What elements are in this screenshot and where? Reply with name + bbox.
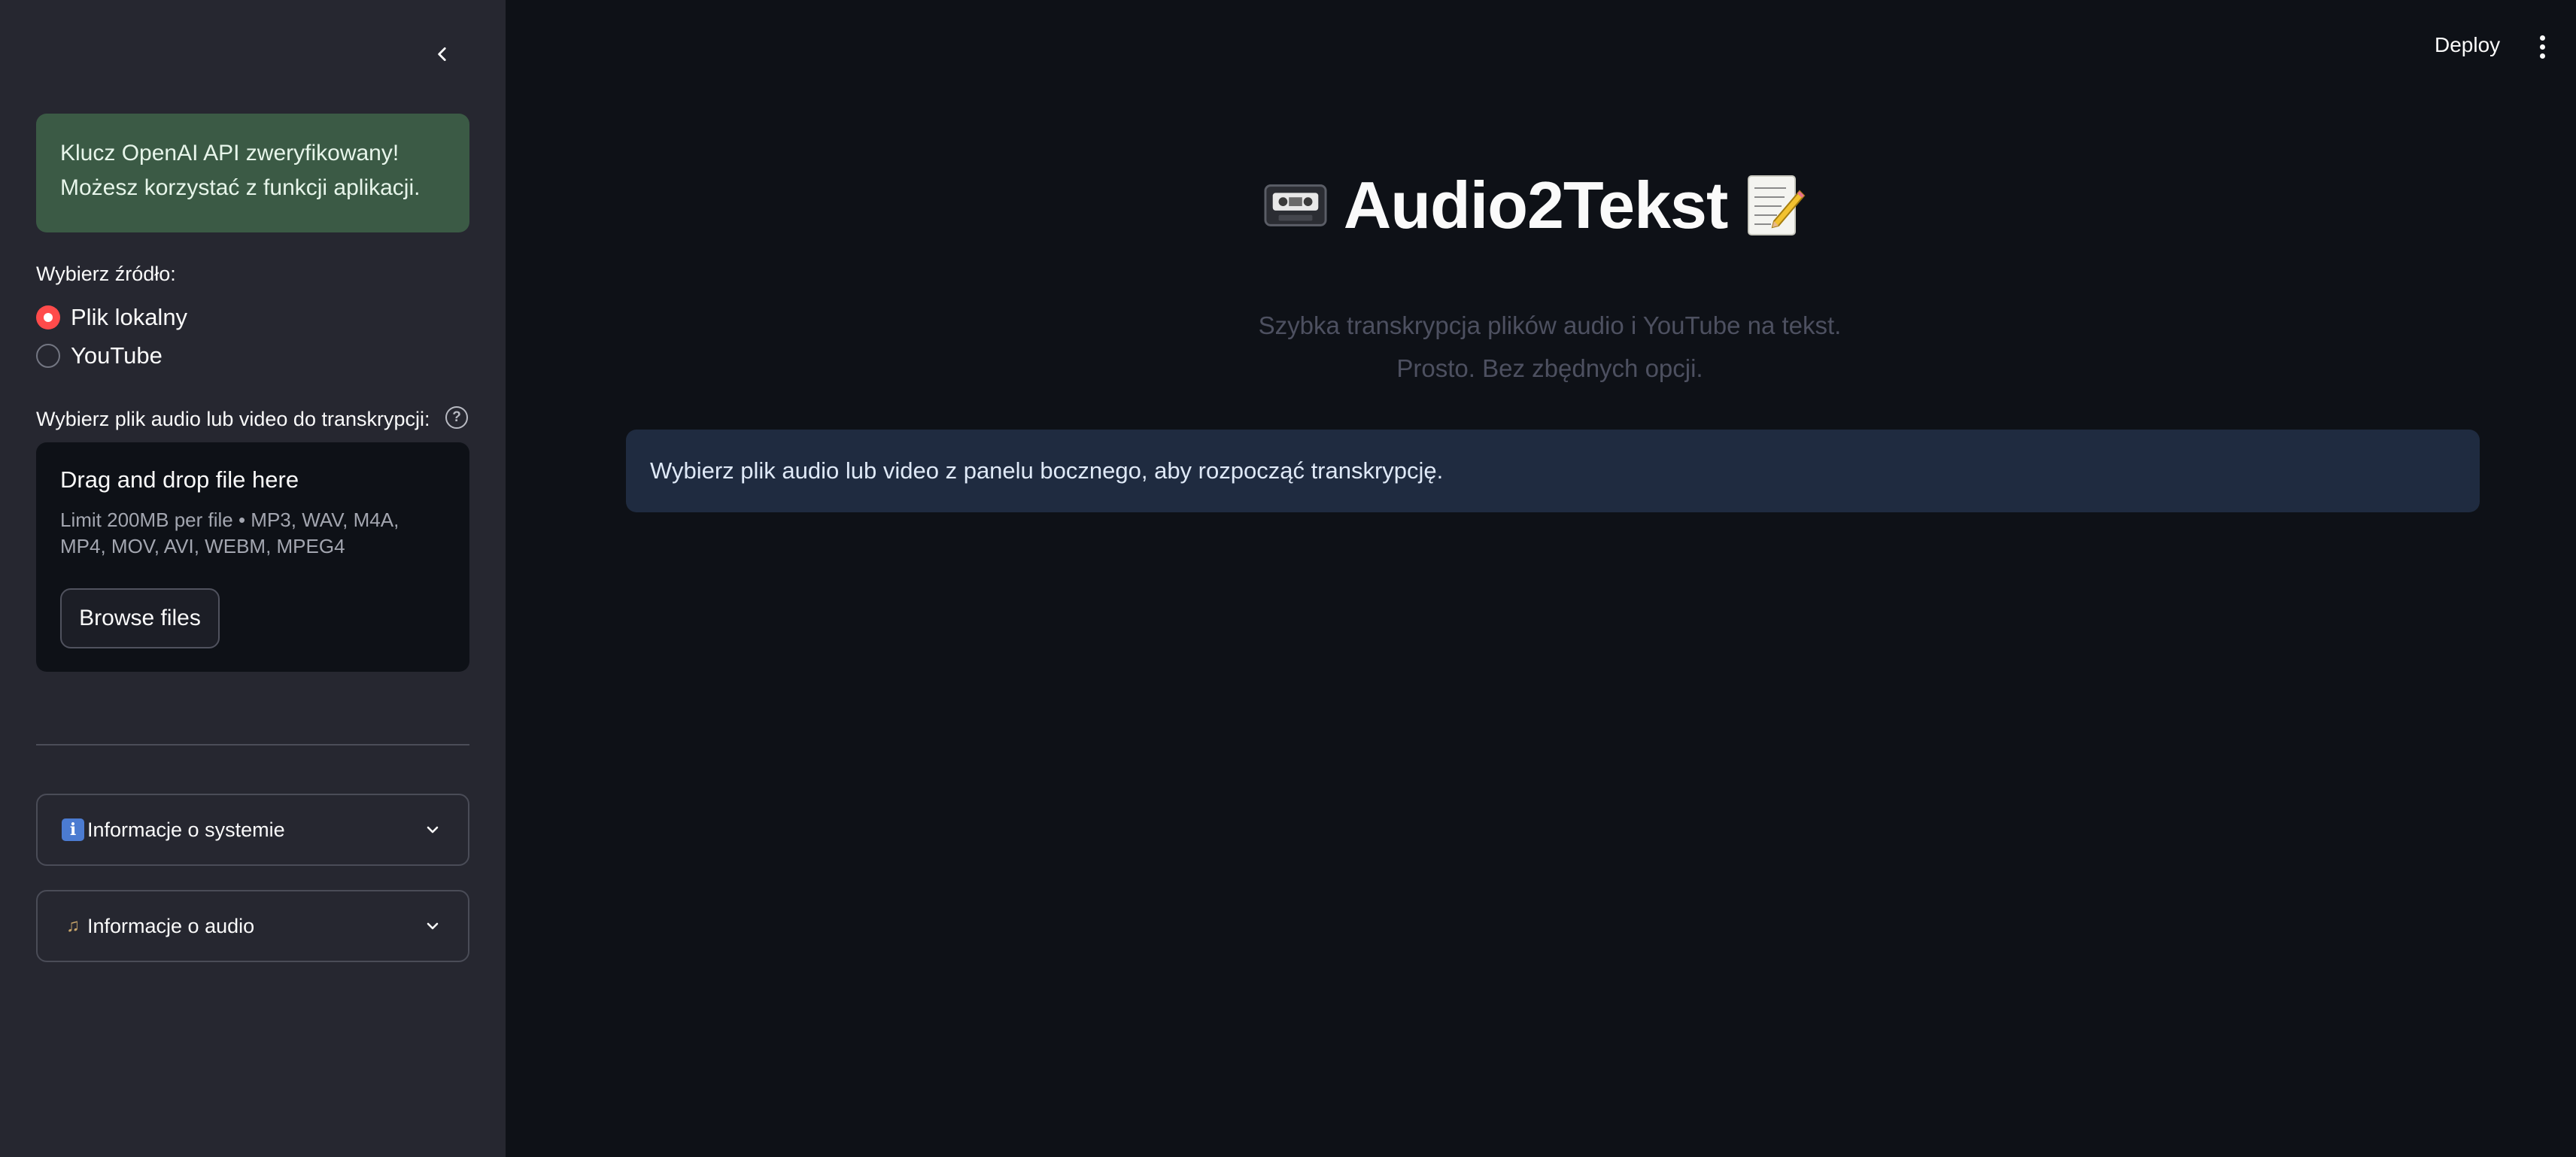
info-alert: Wybierz plik audio lub video z panelu bo…: [626, 430, 2480, 512]
collapse-sidebar-button[interactable]: [424, 36, 460, 72]
page-title-row: Audio2Tekst: [1264, 164, 1806, 247]
chevron-down-icon: [421, 915, 444, 937]
videocassette-icon: [1264, 174, 1327, 237]
memo-icon: [1744, 174, 1806, 237]
source-label: Wybierz źródło:: [36, 263, 176, 285]
upload-label: Wybierz plik audio lub video do transkry…: [36, 408, 430, 430]
success-message-line2: Możesz korzystać z funkcji aplikacji.: [60, 175, 421, 200]
deploy-button[interactable]: Deploy: [2429, 29, 2506, 62]
help-icon[interactable]: ?: [445, 406, 468, 429]
info-icon: i: [62, 818, 84, 841]
expander-system-info[interactable]: i Informacje o systemie: [36, 794, 469, 866]
info-message: Wybierz plik audio lub video z panelu bo…: [650, 457, 1444, 484]
chevron-left-icon: [438, 47, 446, 61]
expander-audio-info[interactable]: ♫ Informacje o audio: [36, 890, 469, 962]
subtitle-line2: Prosto. Bez zbędnych opcji.: [1396, 354, 1703, 382]
main-menu-icon[interactable]: [2531, 30, 2553, 63]
expander-label-audio-info: Informacje o audio: [87, 914, 255, 937]
success-message-line1: Klucz OpenAI API zweryfikowany!: [60, 141, 399, 166]
radio-label-youtube: YouTube: [71, 342, 163, 369]
subtitle-line1: Szybka transkrypcja plików audio i YouTu…: [1258, 311, 1842, 339]
radio-button-unselected[interactable]: [36, 344, 60, 368]
sidebar-divider: [36, 744, 469, 746]
expander-label-system-info: Informacje o systemie: [87, 818, 285, 841]
radio-option-youtube[interactable]: YouTube: [36, 342, 163, 369]
chevron-down-icon: [421, 818, 444, 841]
radio-label-local-file: Plik lokalny: [71, 304, 188, 330]
sidebar: Klucz OpenAI API zweryfikowany! Możesz k…: [0, 0, 506, 1157]
dropzone-limit-text: Limit 200MB per file • MP3, WAV, M4A, MP…: [60, 509, 399, 557]
musical-note-icon: ♫: [66, 916, 80, 936]
radio-option-local-file[interactable]: Plik lokalny: [36, 304, 187, 331]
file-dropzone[interactable]: Drag and drop file here Limit 200MB per …: [36, 442, 469, 672]
page-subtitle: Szybka transkrypcja plików audio i YouTu…: [948, 304, 2152, 390]
browse-files-button[interactable]: Browse files: [60, 588, 220, 648]
api-key-success-alert: Klucz OpenAI API zweryfikowany! Możesz k…: [36, 114, 469, 232]
page-title: Audio2Tekst: [1343, 168, 1729, 242]
radio-button-selected[interactable]: [36, 305, 60, 329]
dropzone-title: Drag and drop file here: [60, 466, 299, 493]
